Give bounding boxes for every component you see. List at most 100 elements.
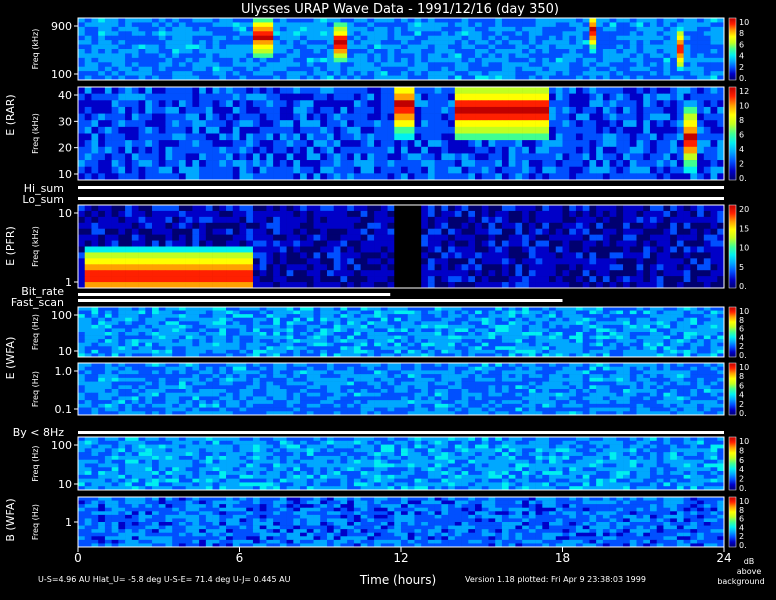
heat-cell [569, 57, 577, 63]
heat-cell [178, 314, 186, 319]
heat-cell [394, 146, 402, 154]
heat-cell [602, 328, 610, 333]
heat-cell [259, 321, 267, 326]
heat-cell [636, 205, 644, 212]
heat-cell [441, 332, 449, 336]
heat-cell [475, 276, 483, 283]
heat-cell [461, 62, 469, 68]
heat-cell [542, 317, 550, 322]
heat-cell [475, 106, 483, 114]
heat-cell [138, 57, 146, 63]
heat-cell [293, 106, 301, 114]
heat-cell [111, 106, 119, 114]
heat-cell [212, 276, 220, 283]
heat-cell [353, 173, 361, 181]
heat-cell [199, 210, 207, 218]
heat-cell [360, 62, 368, 68]
heat-cell [266, 264, 274, 271]
heat-cell [495, 264, 503, 271]
heat-cell [710, 246, 718, 253]
heat-cell [145, 264, 153, 271]
heat-cell [91, 106, 99, 114]
heat-cell [205, 321, 213, 326]
heat-cell [192, 321, 200, 326]
heat-cell [535, 216, 543, 224]
heat-cell [670, 210, 678, 218]
heat-cell [468, 140, 476, 148]
heat-cell [185, 35, 193, 41]
heat-cell [488, 26, 496, 32]
heat-cell [326, 126, 335, 134]
heat-cell [481, 252, 489, 259]
heat-cell [226, 44, 234, 50]
heat-cell [340, 49, 348, 54]
heat-cell [98, 258, 106, 265]
heat-cell [178, 339, 186, 344]
heat-cell [454, 100, 462, 108]
heat-cell [609, 210, 617, 218]
heat-cell [78, 153, 86, 161]
heat-cell [367, 62, 375, 68]
heat-cell [367, 153, 375, 161]
heat-cell [609, 160, 617, 168]
heat-cell [91, 335, 99, 340]
heat-cell [710, 26, 718, 32]
heat-cell [138, 252, 146, 259]
heat-cell [703, 49, 711, 54]
heat-cell [199, 71, 207, 76]
heat-cell [488, 166, 496, 174]
heat-cell [542, 332, 550, 336]
heat-cell [125, 44, 133, 50]
heat-cell [690, 222, 698, 230]
heat-cell [434, 264, 442, 271]
heat-cell [575, 321, 583, 326]
heat-cell [78, 71, 86, 76]
heat-cell [91, 317, 99, 322]
heat-cell [401, 31, 409, 37]
heat-cell [333, 328, 341, 333]
heat-cell [616, 49, 624, 54]
heat-cell [649, 160, 658, 168]
heat-cell [421, 44, 429, 50]
heat-cell [421, 26, 429, 32]
heat-cell [374, 66, 382, 72]
heat-cell [394, 264, 402, 271]
heat-cell [414, 166, 422, 174]
heat-cell [252, 328, 260, 333]
heat-cell [616, 321, 624, 326]
heat-cell [326, 276, 335, 283]
heat-cell [636, 126, 644, 134]
heat-cell [562, 62, 570, 68]
heat-cell [145, 282, 153, 289]
heat-cell [528, 160, 536, 168]
heat-cell [340, 252, 348, 259]
heat-cell [609, 335, 617, 340]
heat-cell [542, 31, 550, 37]
heat-cell [212, 228, 220, 235]
heat-cell [407, 140, 415, 148]
heat-cell [387, 66, 395, 72]
heat-cell [522, 166, 530, 174]
heat-cell [569, 106, 577, 114]
heat-cell [259, 22, 267, 28]
heat-cell [710, 120, 718, 128]
heat-cell [266, 270, 274, 277]
heat-cell [91, 153, 99, 161]
heat-cell [589, 26, 597, 32]
heat-cell [515, 228, 523, 235]
heat-cell [697, 153, 705, 161]
heat-cell [185, 49, 193, 54]
heat-cell [522, 87, 530, 94]
heat-cell [602, 18, 610, 23]
heat-cell [629, 40, 637, 45]
heat-cell [461, 93, 469, 101]
heat-cell [475, 126, 483, 134]
heat-cell [448, 93, 456, 101]
heat-cell [683, 31, 691, 37]
heat-cell [656, 140, 664, 148]
heat-cell [508, 31, 516, 37]
heat-cell [199, 328, 207, 333]
heat-cell [448, 166, 456, 174]
heat-cell [542, 314, 550, 319]
heat-cell [259, 106, 267, 114]
